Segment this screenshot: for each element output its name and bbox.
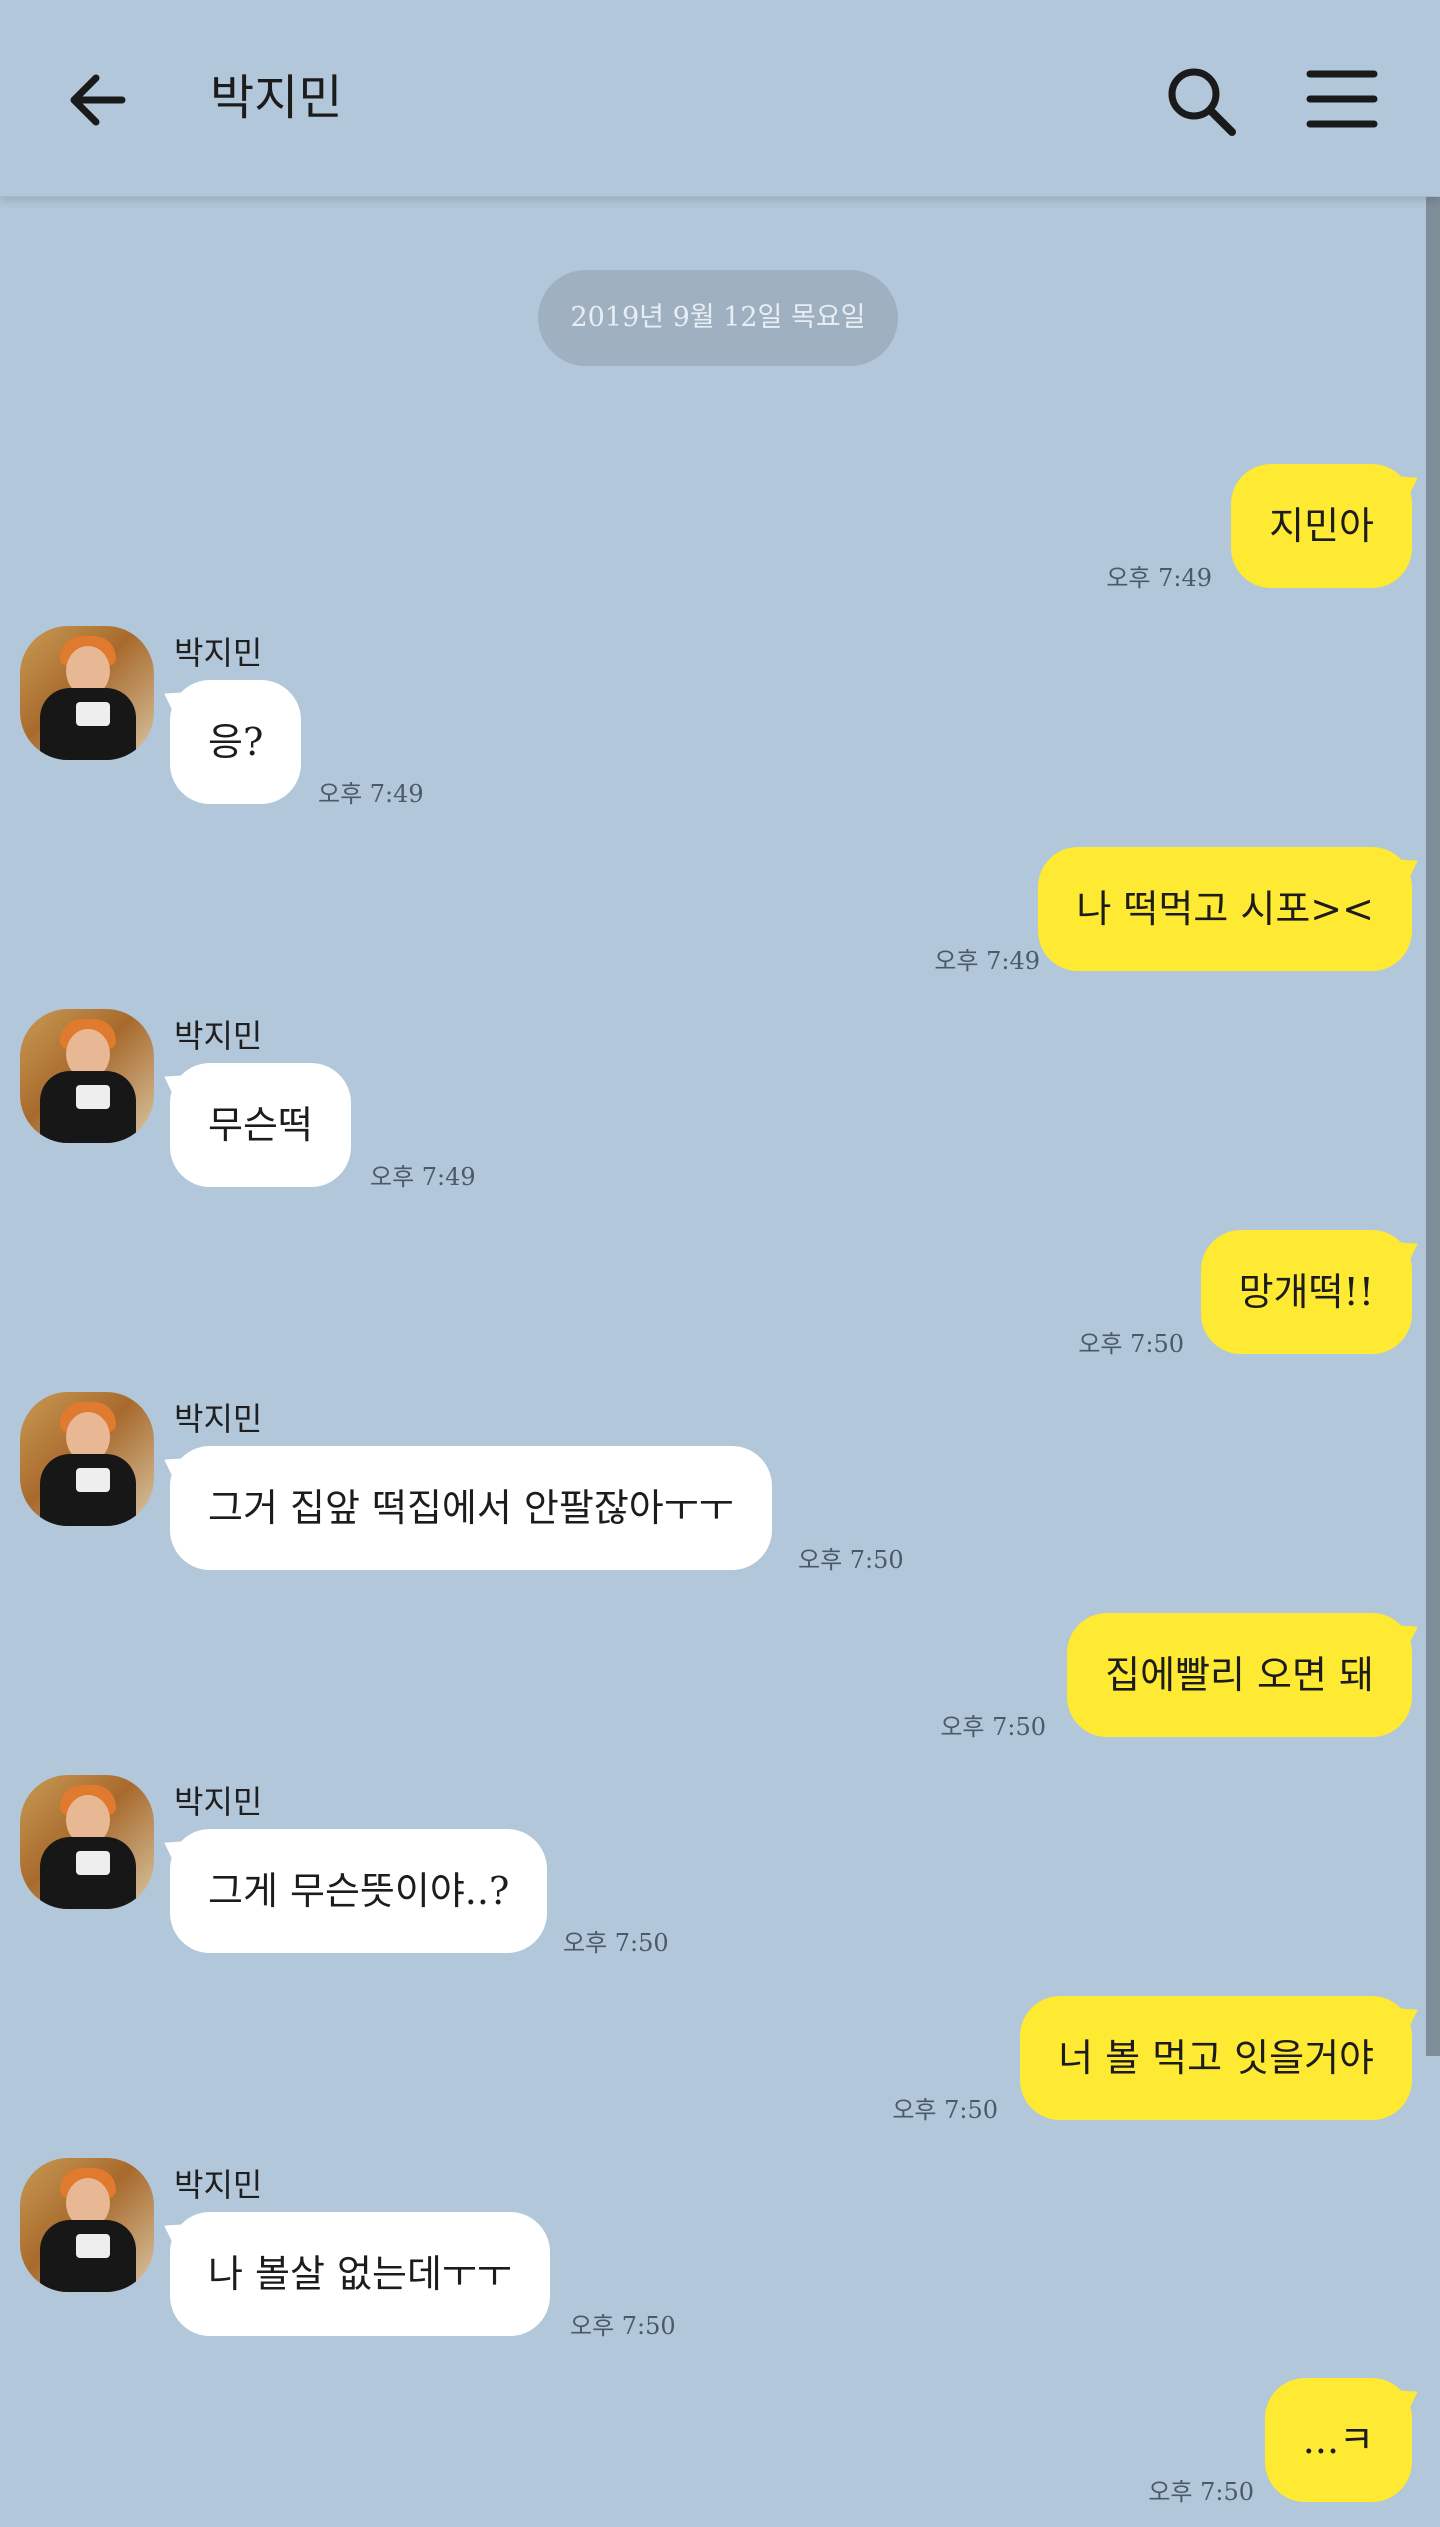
my-message-bubble[interactable]: 너 볼 먹고 잇을거야 bbox=[1020, 1996, 1412, 2120]
chat-title: 박지민 bbox=[210, 70, 343, 126]
avatar[interactable] bbox=[20, 1775, 154, 1909]
message-time: 오후 7:50 bbox=[892, 2096, 998, 2124]
sender-name: 박지민 bbox=[174, 634, 263, 672]
menu-button[interactable] bbox=[1306, 66, 1378, 132]
sender-name: 박지민 bbox=[174, 1783, 263, 1821]
message-time: 오후 7:50 bbox=[1078, 1330, 1184, 1358]
sender-name: 박지민 bbox=[174, 1400, 263, 1438]
message-time: 오후 7:49 bbox=[934, 947, 1040, 975]
my-message-bubble[interactable]: ...ㅋ bbox=[1264, 2378, 1412, 2502]
message-time: 오후 7:49 bbox=[370, 1163, 476, 1191]
message-time: 오후 7:49 bbox=[318, 780, 424, 808]
chat-header: 박지민 bbox=[0, 0, 1440, 197]
their-message-bubble[interactable]: 나 볼살 없는데ㅜㅜ bbox=[170, 2212, 550, 2336]
avatar[interactable] bbox=[20, 2158, 154, 2292]
sender-name: 박지민 bbox=[174, 1017, 263, 1055]
date-divider: 2019년 9월 12일 목요일 bbox=[538, 270, 898, 366]
message-time: 오후 7:49 bbox=[1106, 564, 1212, 592]
my-message-bubble[interactable]: 망개떡!! bbox=[1200, 1230, 1412, 1354]
message-time: 오후 7:50 bbox=[1148, 2478, 1254, 2506]
my-message-bubble[interactable]: 집에빨리 오면 돼 bbox=[1067, 1613, 1412, 1737]
their-message-bubble[interactable]: 무슨떡 bbox=[170, 1063, 351, 1187]
my-message-bubble[interactable]: 지민아 bbox=[1231, 464, 1412, 588]
message-time: 오후 7:50 bbox=[798, 1546, 904, 1574]
message-time: 오후 7:50 bbox=[570, 2312, 676, 2340]
avatar[interactable] bbox=[20, 1392, 154, 1526]
back-button[interactable] bbox=[64, 64, 136, 136]
search-icon bbox=[1168, 68, 1236, 136]
message-time: 오후 7:50 bbox=[563, 1929, 669, 1957]
avatar[interactable] bbox=[20, 1009, 154, 1143]
sender-name: 박지민 bbox=[174, 2166, 263, 2204]
their-message-bubble[interactable]: 응? bbox=[170, 680, 302, 804]
their-message-bubble[interactable]: 그게 무슨뜻이야..? bbox=[170, 1829, 548, 1953]
search-button[interactable] bbox=[1162, 62, 1242, 142]
arrow-left-icon bbox=[70, 74, 126, 126]
hamburger-menu-icon bbox=[1306, 70, 1378, 128]
avatar[interactable] bbox=[20, 626, 154, 760]
scrollbar[interactable] bbox=[1426, 196, 1440, 2056]
my-message-bubble[interactable]: 나 떡먹고 시포>< bbox=[1038, 847, 1412, 971]
message-time: 오후 7:50 bbox=[940, 1713, 1046, 1741]
their-message-bubble[interactable]: 그거 집앞 떡집에서 안팔잖아ㅜㅜ bbox=[170, 1446, 772, 1570]
